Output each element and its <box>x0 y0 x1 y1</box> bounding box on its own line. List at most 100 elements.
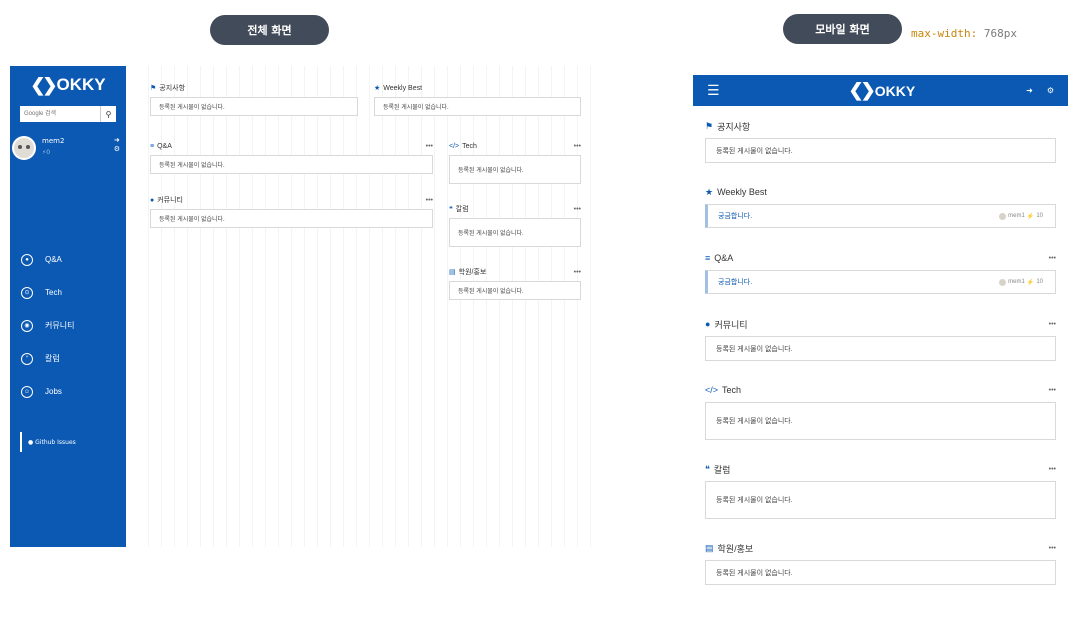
section-title[interactable]: 학원/홍보 <box>459 267 487 277</box>
section-title[interactable]: Q&A <box>157 143 172 150</box>
more-icon[interactable]: ••• <box>1049 545 1056 552</box>
sidebar-item-column[interactable]: “ 칼럼 <box>10 342 126 375</box>
post-author[interactable]: mem1 <box>1008 279 1025 285</box>
section-title[interactable]: Tech <box>462 143 477 150</box>
empty-post: 등록된 게시물이 없습니다. <box>374 97 581 116</box>
post-title[interactable]: 궁금합니다. <box>718 211 752 221</box>
user-name[interactable]: mem2 <box>42 136 64 147</box>
more-icon[interactable]: ••• <box>426 143 433 150</box>
search-input[interactable] <box>20 106 100 122</box>
star-icon: ★ <box>374 85 381 92</box>
star-icon: ★ <box>705 186 714 197</box>
mq-prop: max-width: <box>911 27 978 40</box>
flag-icon: ⚑ <box>150 85 157 92</box>
logo-text: OKKY <box>56 75 106 94</box>
empty-post: 등록된 게시물이 없습니다. <box>705 402 1056 440</box>
more-icon[interactable]: ••• <box>426 197 433 204</box>
community-section: ● 커뮤니티 ••• 등록된 게시물이 없습니다. <box>705 317 1056 361</box>
more-icon[interactable]: ••• <box>1049 321 1056 328</box>
weekly-best-section: ★ Weekly Best 궁금합니다. mem1 ⚡ 10 <box>705 185 1056 228</box>
desktop-sidebar: ❮❯ OKKY ⚲ mem2 ⚡0 ➜ ⚙ ● Q&A ⊙ Tech ◉ 커뮤니티 “… <box>10 66 126 547</box>
qna-section: ≡ Q&A ••• 궁금합니다. mem1 ⚡ 10 <box>705 251 1056 294</box>
tech-icon: ⊙ <box>21 286 33 299</box>
search-form: ⚲ <box>20 106 116 122</box>
jobs-icon: ☺ <box>21 385 33 398</box>
empty-post: 등록된 게시물이 없습니다. <box>449 155 581 184</box>
gear-icon[interactable]: ⚙ <box>114 145 120 154</box>
logo[interactable]: ❮❯ OKKY <box>831 80 916 101</box>
more-icon[interactable]: ••• <box>1049 387 1056 394</box>
empty-post: 등록된 게시물이 없습니다. <box>705 560 1056 585</box>
logout-icon[interactable]: ➜ <box>114 136 120 145</box>
post-title[interactable]: 궁금합니다. <box>718 277 752 287</box>
post-meta: mem1 ⚡ 10 <box>999 278 1043 286</box>
logo[interactable]: ❮❯ OKKY <box>10 68 126 102</box>
qna-section: ≡ Q&A ••• 등록된 게시물이 없습니다. <box>150 140 433 174</box>
section-title[interactable]: 칼럼 <box>714 463 731 476</box>
sidebar-item-label: 커뮤니티 <box>45 321 75 330</box>
gear-icon[interactable]: ⚙ <box>1047 86 1054 95</box>
empty-post: 등록된 게시물이 없습니다. <box>705 336 1056 361</box>
sidebar-item-jobs[interactable]: ☺ Jobs <box>10 375 126 408</box>
section-title[interactable]: Weekly Best <box>717 187 767 197</box>
mobile-screen-label: 모바일 화면 <box>783 14 902 44</box>
empty-post: 등록된 게시물이 없습니다. <box>449 218 581 247</box>
hamburger-menu-icon[interactable]: ☰ <box>707 83 720 99</box>
avatar[interactable] <box>12 136 36 160</box>
desktop-main-background <box>136 66 591 547</box>
more-icon[interactable]: ••• <box>574 269 581 276</box>
notice-section: ⚑ 공지사항 등록된 게시물이 없습니다. <box>150 82 358 116</box>
section-title[interactable]: Weekly Best <box>383 85 422 92</box>
comments-icon: ● <box>150 196 155 204</box>
logo-mark-icon: ❮❯ <box>848 80 876 100</box>
post-score: 10 <box>1036 213 1043 219</box>
logout-icon[interactable]: ➜ <box>1026 86 1033 95</box>
sidebar-item-tech[interactable]: ⊙ Tech <box>10 276 126 309</box>
tech-section: </> Tech ••• 등록된 게시물이 없습니다. <box>705 383 1056 440</box>
empty-post: 등록된 게시물이 없습니다. <box>449 281 581 300</box>
logo-text: OKKY <box>874 82 916 99</box>
github-issues-link[interactable]: ● Github Issues <box>20 432 126 452</box>
section-title[interactable]: Q&A <box>714 253 733 263</box>
section-title[interactable]: 학원/홍보 <box>718 542 754 555</box>
search-icon[interactable]: ⚲ <box>100 106 116 122</box>
full-screen-label: 전체 화면 <box>210 15 329 45</box>
sidebar-item-label: Tech <box>45 288 62 297</box>
post-row[interactable]: 궁금합니다. mem1 ⚡ 10 <box>705 270 1056 294</box>
more-icon[interactable]: ••• <box>1049 255 1056 262</box>
post-row[interactable]: 궁금합니다. mem1 ⚡ 10 <box>705 204 1056 228</box>
media-query-label: max-width: 768px <box>911 27 1017 40</box>
community-section: ● 커뮤니티 ••• 등록된 게시물이 없습니다. <box>150 194 433 228</box>
sidebar-item-qna[interactable]: ● Q&A <box>10 243 126 276</box>
mq-value: 768px <box>977 27 1017 40</box>
flag-icon: ⚑ <box>705 120 714 131</box>
empty-post: 등록된 게시물이 없습니다. <box>705 481 1056 519</box>
github-icon: ● <box>28 438 36 446</box>
avatar <box>999 278 1007 286</box>
database-icon: ≡ <box>150 142 155 150</box>
logo-mark-icon: ❮❯ <box>30 74 57 95</box>
sidebar-item-community[interactable]: ◉ 커뮤니티 <box>10 309 126 342</box>
section-title[interactable]: 커뮤니티 <box>714 318 747 331</box>
academy-section: ▤ 학원/홍보 ••• 등록된 게시물이 없습니다. <box>449 266 581 300</box>
column-section: ❝ 칼럼 ••• 등록된 게시물이 없습니다. <box>705 462 1056 519</box>
empty-post: 등록된 게시물이 없습니다. <box>150 155 433 174</box>
sidebar-item-label: Q&A <box>45 255 62 264</box>
weekly-best-section: ★ Weekly Best 등록된 게시물이 없습니다. <box>374 82 581 116</box>
section-title[interactable]: 공지사항 <box>717 120 750 133</box>
sidebar-item-label: Jobs <box>45 387 62 396</box>
code-icon: </> <box>705 385 719 395</box>
database-icon: ≡ <box>705 253 711 263</box>
more-icon[interactable]: ••• <box>574 206 581 213</box>
section-title[interactable]: 공지사항 <box>159 83 185 93</box>
post-meta: mem1 ⚡ 10 <box>999 212 1043 220</box>
more-icon[interactable]: ••• <box>574 143 581 150</box>
post-author[interactable]: mem1 <box>1008 213 1025 219</box>
section-title[interactable]: 커뮤니티 <box>157 195 183 205</box>
mobile-header: ☰ ❮❯ OKKY ➜ ⚙ <box>693 75 1068 106</box>
comments-icon: ● <box>705 319 711 329</box>
more-icon[interactable]: ••• <box>1049 466 1056 473</box>
section-title[interactable]: 칼럼 <box>456 204 469 214</box>
mobile-view: ☰ ❮❯ OKKY ➜ ⚙ ⚑ 공지사항 등록된 게시물이 없습니다. ★ Week… <box>693 75 1068 605</box>
section-title[interactable]: Tech <box>722 385 741 395</box>
